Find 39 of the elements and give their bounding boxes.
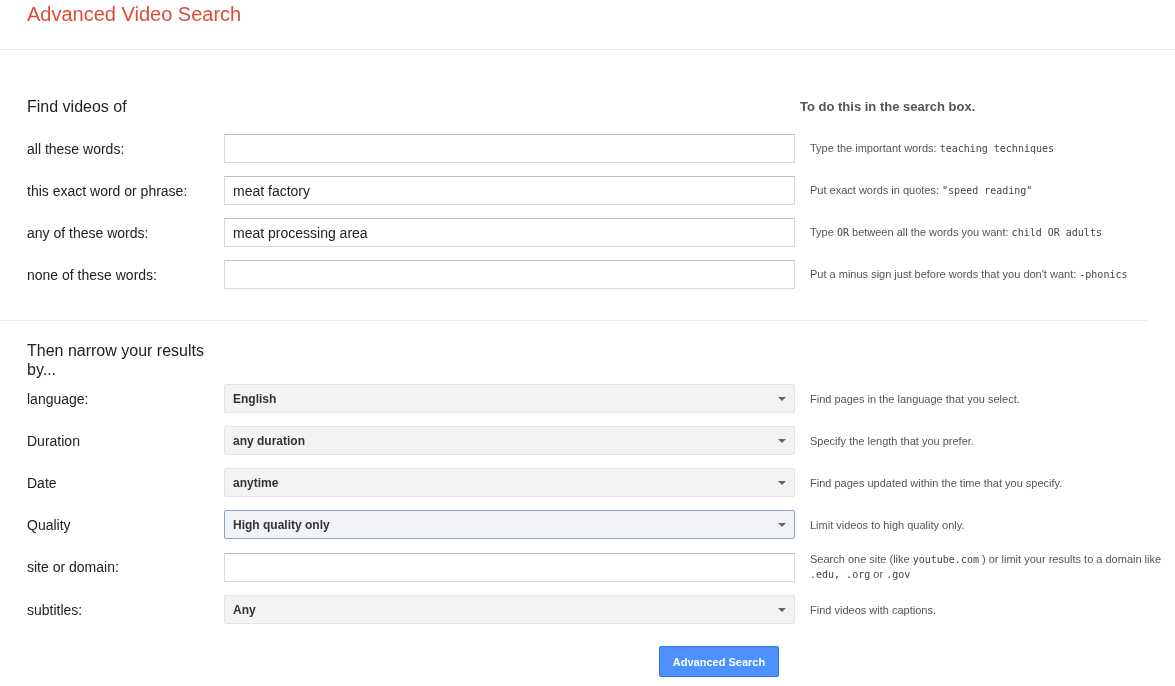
field-label: subtitles:	[27, 601, 83, 618]
field-label: Quality	[27, 516, 71, 533]
input-field[interactable]	[224, 134, 795, 163]
help-text: Find pages updated within the time that you specify.	[810, 475, 1063, 490]
field-label: all these words:	[27, 140, 125, 157]
section-heading: Then narrow your results by...	[27, 341, 205, 379]
field-label: Date	[27, 474, 57, 491]
caret-icon	[778, 522, 786, 527]
dropdown[interactable]: any duration	[224, 426, 795, 455]
input-field[interactable]	[224, 260, 795, 289]
field-label: Duration	[27, 432, 80, 449]
caret-icon	[778, 396, 786, 401]
help-text: Type OR between all the words you want: child OR adults	[810, 225, 1102, 240]
help-heading: To do this in the search box.	[800, 99, 976, 114]
field-label: any of these words:	[27, 224, 149, 241]
caret-icon	[778, 438, 786, 443]
help-text: Type the important words: teaching techniques	[810, 141, 1054, 156]
field-label: none of these words:	[27, 266, 157, 283]
dropdown[interactable]: Any	[224, 595, 795, 624]
help-text: Put exact words in quotes: "speed reading"	[810, 183, 1033, 198]
section-heading: Find videos of	[27, 97, 127, 116]
help-text: Find videos with captions.	[810, 602, 936, 617]
dropdown[interactable]: High quality only	[224, 510, 795, 539]
help-text: Search one site (like youtube.com ) or limit your results to a domain like .edu, .org or .gov	[810, 552, 1163, 582]
caret-icon	[778, 480, 786, 485]
field-label: this exact word or phrase:	[27, 182, 188, 199]
input-field[interactable]: meat factory	[224, 176, 795, 205]
dropdown[interactable]: anytime	[224, 468, 795, 497]
input-field[interactable]: meat processing area	[224, 218, 795, 247]
field-label: site or domain:	[27, 559, 119, 575]
dropdown[interactable]: English	[224, 384, 795, 413]
help-text: Limit videos to high quality only.	[810, 517, 965, 532]
input-field[interactable]	[224, 552, 795, 582]
field-label: language:	[27, 390, 89, 407]
help-text: Find pages in the language that you select.	[810, 391, 1020, 406]
caret-icon	[778, 607, 786, 612]
page-title: Advanced Video Search	[27, 3, 242, 26]
help-text: Specify the length that you prefer.	[810, 433, 974, 448]
help-text: Put a minus sign just before words that you don't want: -phonics	[810, 267, 1128, 282]
